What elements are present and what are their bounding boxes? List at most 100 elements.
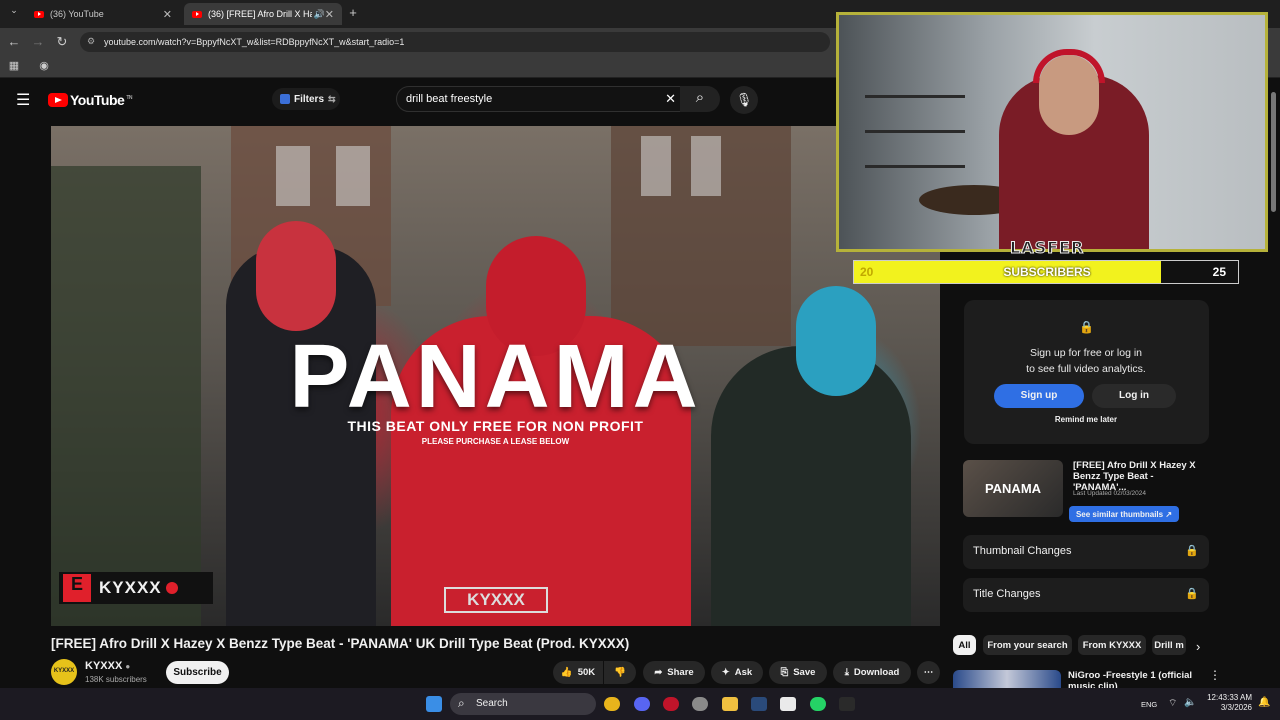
menu-icon[interactable]: ☰: [16, 90, 30, 110]
bookmark-save-icon: ⎘: [780, 667, 789, 678]
save-button[interactable]: ⎘ Save: [769, 661, 827, 684]
search-button[interactable]: ⌕: [680, 86, 720, 112]
like-count: 50K: [577, 667, 596, 678]
kyxxx-logo-icon: E: [63, 574, 91, 602]
more-actions-button[interactable]: ⋯: [917, 661, 940, 684]
taskbar-search[interactable]: ⌕ Search: [450, 693, 596, 715]
thumbnail-changes-label: Thumbnail Changes: [973, 545, 1072, 557]
url-text: youtube.com/watch?v=BppyfNcXT_w&list=RDB…: [104, 37, 405, 47]
url-field[interactable]: ⚙ youtube.com/watch?v=BppyfNcXT_w&list=R…: [80, 32, 830, 52]
sub-label: SUBSCRIBERS: [1003, 265, 1091, 279]
filters-app-icon: [280, 94, 290, 104]
sub-goal: 25: [1212, 265, 1226, 279]
thumbnail-title: [FREE] Afro Drill X Hazey X Benzz Type B…: [1073, 460, 1196, 493]
reload-icon[interactable]: ↻: [54, 34, 70, 50]
youtube-logo-text[interactable]: YouTube TN: [70, 92, 132, 108]
back-icon[interactable]: ←: [6, 34, 22, 49]
tab-title: (36) [FREE] Afro Drill X Haz…: [207, 9, 312, 19]
download-button[interactable]: ⤓ Download: [833, 661, 911, 684]
forward-icon[interactable]: →: [30, 34, 46, 49]
whatsapp-icon[interactable]: [810, 697, 826, 711]
like-button[interactable]: 👍 50K: [553, 661, 603, 684]
chevron-right-icon[interactable]: ›: [1196, 639, 1200, 654]
thumbnail-changes-row[interactable]: Thumbnail Changes 🔒: [963, 535, 1209, 569]
share-button[interactable]: ➦ Share: [643, 661, 705, 684]
close-tab-icon[interactable]: ✕: [163, 8, 172, 21]
sliders-icon: ⇆: [328, 93, 336, 104]
signup-button[interactable]: Sign up: [994, 384, 1084, 408]
shelf: [865, 130, 965, 133]
record-icon: [165, 582, 178, 594]
app-icon[interactable]: [839, 697, 855, 711]
wifi-icon[interactable]: ⌔: [1168, 697, 1177, 710]
save-label: Save: [793, 667, 816, 678]
lock-icon: 🔒: [1185, 545, 1199, 557]
video-thumbnail[interactable]: PANAMA: [963, 460, 1063, 517]
webcam-overlay: [836, 12, 1268, 252]
more-vert-icon[interactable]: ⋮: [1209, 668, 1221, 682]
channel-avatar[interactable]: KYXXX: [51, 659, 77, 685]
subscriber-count: 138K subscribers: [85, 675, 147, 684]
microphone-icon: 🎙: [735, 92, 753, 107]
search-icon: ⌕: [695, 89, 705, 106]
ask-button[interactable]: ✦ Ask: [711, 661, 763, 684]
system-clock[interactable]: 12:43:33 AM 3/3/2026: [1200, 693, 1252, 713]
voice-search-button[interactable]: 🎙: [730, 86, 758, 114]
chip-all[interactable]: All: [953, 635, 976, 655]
window: [336, 146, 370, 206]
tab-video[interactable]: (36) [FREE] Afro Drill X Haz… 🔊 ✕: [184, 3, 342, 25]
chip-drill[interactable]: Drill m: [1152, 635, 1186, 655]
title-changes-row[interactable]: Title Changes 🔒: [963, 578, 1209, 612]
search-value: drill beat freestyle: [406, 93, 493, 105]
steam-icon[interactable]: [751, 697, 767, 711]
video-big-title: PANAMA: [289, 327, 702, 427]
clock-time: 12:43:33 AM: [1207, 693, 1252, 702]
video-player[interactable]: PANAMA THIS BEAT ONLY FREE FOR NON PROFI…: [51, 126, 940, 626]
verified-icon: ●: [125, 662, 131, 671]
discord-icon[interactable]: [634, 697, 650, 711]
bookmark-icon[interactable]: ◉: [36, 59, 52, 72]
notification-icon[interactable]: 🔔: [1258, 697, 1270, 708]
external-link-icon: ↗: [1165, 509, 1173, 519]
search-input[interactable]: drill beat freestyle ✕: [396, 86, 686, 112]
chrome-icon[interactable]: [604, 697, 620, 711]
filters-button[interactable]: Filters ⇆: [272, 88, 340, 110]
language-indicator[interactable]: ENG: [1141, 700, 1157, 709]
lock-icon: 🔒: [1185, 588, 1199, 600]
volume-icon[interactable]: 🔈: [1184, 697, 1196, 708]
tab-list-icon[interactable]: ⌄: [6, 5, 22, 16]
youtube-logo-icon[interactable]: [48, 93, 68, 107]
recommended-thumbnail[interactable]: [953, 670, 1061, 690]
apps-grid-icon[interactable]: ▦: [6, 59, 22, 72]
login-button[interactable]: Log in: [1092, 384, 1176, 408]
capcut-icon[interactable]: [780, 697, 796, 711]
analytics-line-1: Sign up for free or log in: [1029, 347, 1143, 359]
tab-youtube[interactable]: (36) YouTube ✕: [26, 3, 180, 25]
sparkle-icon: ✦: [721, 667, 730, 678]
clear-search-icon[interactable]: ✕: [665, 91, 676, 107]
recommended-title[interactable]: NiGroo -Freestyle 1 (official music clip…: [1068, 670, 1208, 688]
similar-thumbnails-button[interactable]: See similar thumbnails ↗: [1069, 506, 1179, 522]
windows-start-icon[interactable]: [426, 696, 442, 712]
filters-label: Filters: [294, 93, 325, 105]
new-tab-icon[interactable]: +: [345, 5, 361, 20]
chip-from-channel[interactable]: From KYXXX: [1078, 635, 1146, 655]
thumbs-down-icon: 👎: [614, 667, 626, 678]
remind-later-link[interactable]: Remind me later: [1000, 415, 1172, 424]
subscriber-goal-bar: 20 SUBSCRIBERS 25: [853, 260, 1239, 284]
analytics-text: Sign up for free or log in to see full v…: [1000, 345, 1172, 377]
video-subtitle-small: PLEASE PURCHASE A LEASE BELOW: [421, 437, 570, 446]
subscribe-button[interactable]: Subscribe: [166, 661, 229, 684]
shelf: [865, 165, 965, 168]
close-tab-icon[interactable]: ✕: [325, 8, 334, 21]
chip-from-search[interactable]: From your search: [983, 635, 1072, 655]
channel-name[interactable]: KYXXX ●: [85, 660, 130, 672]
site-info-icon[interactable]: ⚙: [87, 36, 95, 47]
opera-icon[interactable]: [663, 697, 679, 711]
dislike-button[interactable]: 👎: [604, 661, 636, 684]
speaker-icon[interactable]: 🔊: [314, 9, 325, 20]
file-explorer-icon[interactable]: [722, 697, 738, 711]
obs-icon[interactable]: [692, 697, 708, 711]
scrollbar-thumb[interactable]: [1271, 92, 1276, 212]
kyxxx-center-logo: KYXXX: [444, 587, 548, 613]
